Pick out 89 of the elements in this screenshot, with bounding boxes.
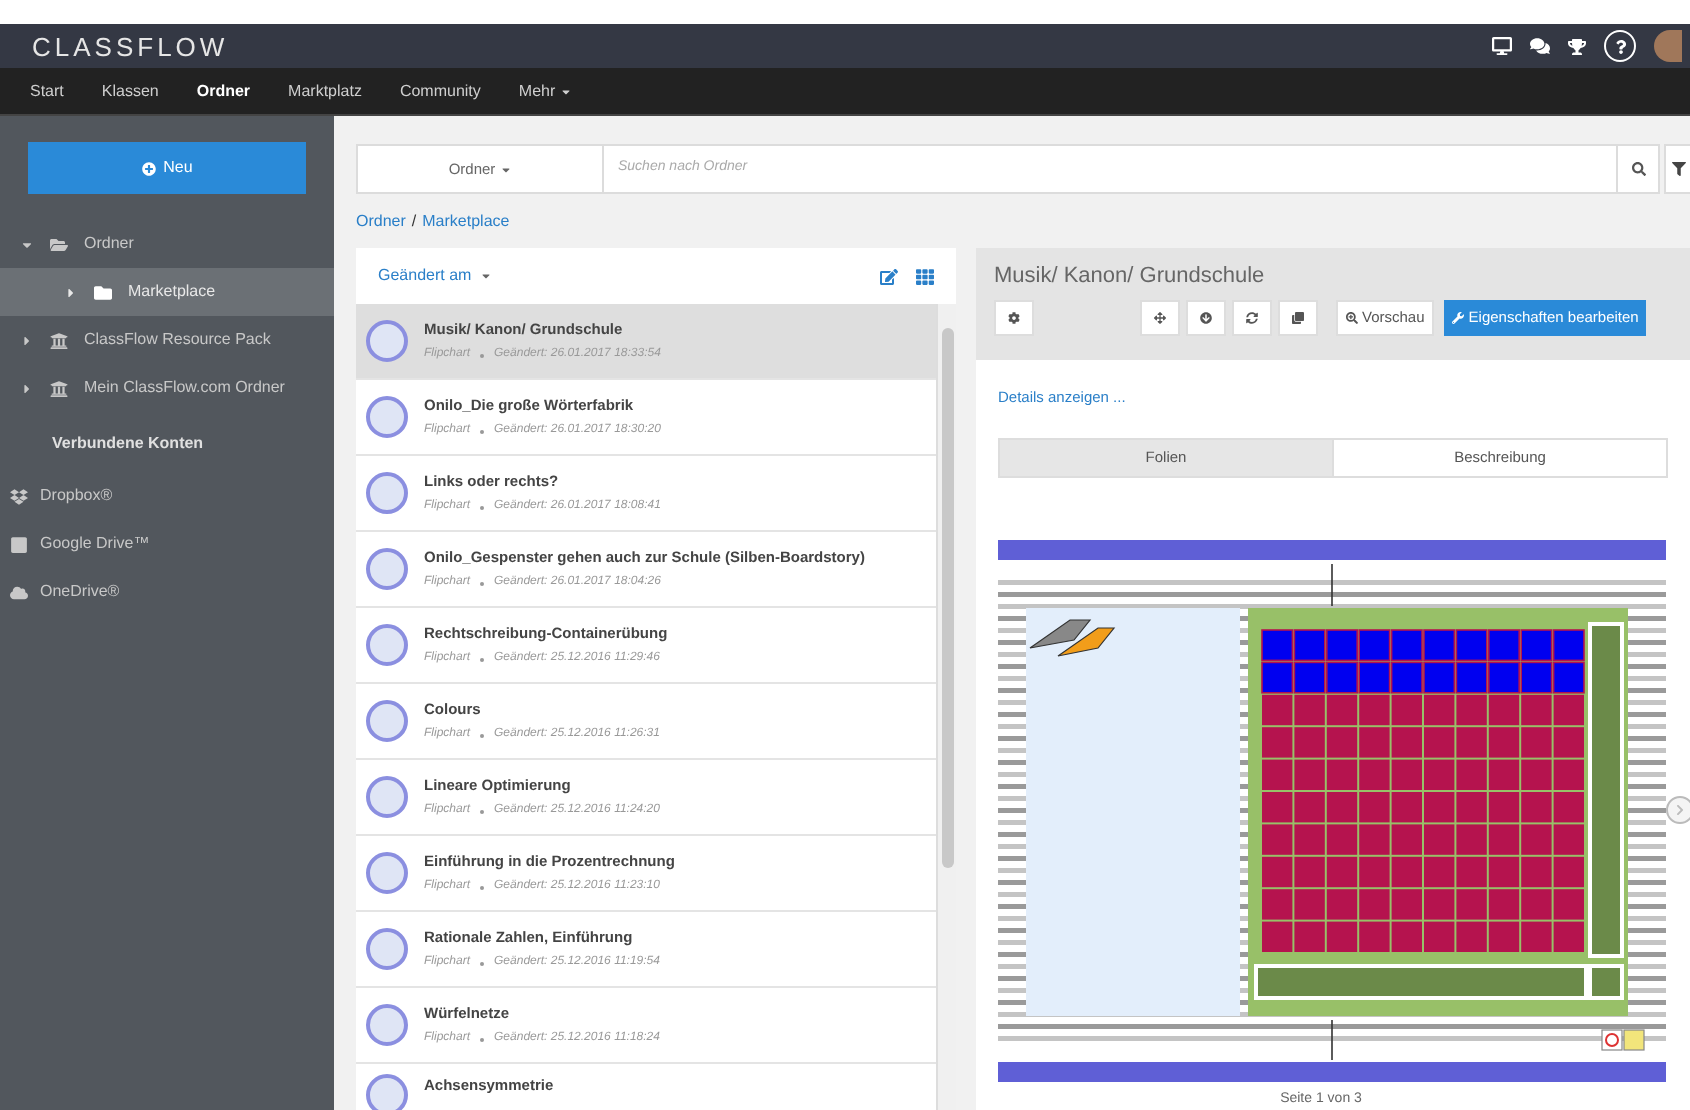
plus-icon (141, 161, 156, 175)
caret-icon[interactable] (64, 285, 78, 299)
account-item[interactable]: Google Drive™ (0, 520, 334, 568)
thumbnail-image (366, 776, 408, 818)
nav-link[interactable]: Marktplatz (288, 79, 362, 103)
bullet-icon (480, 809, 485, 814)
bullet-icon (480, 961, 485, 966)
building-icon (50, 379, 68, 397)
thumbnail-image (366, 852, 408, 894)
sort-dropdown[interactable]: Geändert am (378, 264, 492, 288)
caret-icon[interactable] (20, 333, 34, 347)
account-label: OneDrive® (40, 580, 120, 604)
bullet-icon (480, 581, 485, 586)
thumbnail-image (366, 548, 408, 590)
bullet-icon (480, 429, 485, 434)
filter-icon (1672, 162, 1686, 176)
avatar[interactable] (1654, 30, 1682, 62)
caret-icon (479, 270, 492, 282)
drive-icon (10, 535, 28, 553)
app-logo[interactable]: CLASSFLOW (32, 33, 229, 59)
caret-icon[interactable] (20, 381, 34, 395)
folder-icon (94, 283, 112, 301)
breadcrumb-link[interactable]: Marketplace (422, 209, 510, 233)
folder-tree-item[interactable]: Ordner (0, 220, 334, 268)
new-button[interactable]: Neu (28, 142, 306, 194)
thumbnail-image (366, 928, 408, 970)
thumbnail-image (366, 1004, 408, 1046)
nav-link[interactable]: Mehr (518, 79, 572, 103)
thumbnail-image (366, 396, 408, 438)
chevron-icon (1674, 804, 1686, 816)
chat-icon[interactable] (1530, 36, 1550, 56)
detail-title: Musik/ Kanon/ Grundschule (994, 266, 1267, 288)
bullet-icon (480, 505, 485, 510)
settings-icon (1008, 312, 1020, 324)
thumbnail-image (366, 320, 408, 362)
zoom-icon (1346, 312, 1358, 324)
settings-button[interactable] (994, 300, 1034, 336)
folder-label: Mein ClassFlow.com Ordner (84, 376, 285, 400)
move-button[interactable] (1140, 300, 1180, 336)
cloud-icon (10, 583, 28, 601)
copy-icon (1292, 312, 1304, 324)
building-icon (50, 331, 68, 349)
copy-button[interactable] (1278, 300, 1318, 336)
dropbox-icon (10, 487, 28, 505)
folder-icon (50, 235, 68, 253)
folder-tree-item[interactable]: ClassFlow Resource Pack (0, 316, 334, 364)
bullet-icon (480, 733, 485, 738)
folder-tree-item[interactable]: Mein ClassFlow.com Ordner (0, 364, 334, 412)
wrench-icon (1452, 312, 1465, 324)
folder-tree-item[interactable]: Marketplace (0, 268, 334, 316)
bullet-icon (480, 657, 485, 662)
caret-icon[interactable] (20, 237, 34, 251)
breadcrumb-separator: / (411, 209, 417, 233)
folder-label: Ordner (84, 232, 134, 256)
help-icon[interactable] (1604, 30, 1636, 62)
download-button[interactable] (1186, 300, 1226, 336)
account-label: Dropbox® (40, 484, 113, 508)
nav-link[interactable]: Start (30, 79, 64, 103)
grid-view-icon[interactable] (916, 267, 934, 285)
thumbnail-image (366, 624, 408, 666)
section-heading: Verbundene Konten (50, 432, 206, 456)
breadcrumb-link[interactable]: Ordner (356, 209, 406, 233)
refresh-icon (1246, 312, 1258, 324)
thumbnail-image (366, 472, 408, 514)
monitor-icon[interactable] (1492, 36, 1512, 56)
edit-icon[interactable] (880, 267, 898, 285)
folder-label: Marketplace (128, 280, 216, 304)
move-icon (1154, 312, 1166, 324)
bullet-icon (480, 885, 485, 890)
account-label: Google Drive™ (40, 532, 150, 556)
question-mark-icon (1613, 39, 1627, 53)
caret-icon (499, 163, 512, 175)
search-button[interactable] (1616, 144, 1660, 194)
bullet-icon (480, 353, 485, 358)
nav-link[interactable]: Community (399, 79, 481, 103)
account-item[interactable]: OneDrive® (0, 568, 334, 616)
folder-label: ClassFlow Resource Pack (84, 328, 271, 352)
filter-button[interactable] (1664, 144, 1690, 194)
scrollbar[interactable] (936, 304, 956, 1110)
thumbnail-image (366, 1074, 408, 1110)
thumbnail-image (366, 700, 408, 742)
refresh-button[interactable] (1232, 300, 1272, 336)
nav-link[interactable]: Klassen (101, 79, 159, 103)
bullet-icon (480, 1037, 485, 1042)
trophy-icon[interactable] (1568, 37, 1586, 55)
search-icon (1631, 162, 1645, 176)
account-item[interactable]: Dropbox® (0, 472, 334, 520)
circle-arrow-icon (1200, 312, 1212, 324)
nav-link[interactable]: Ordner (196, 79, 251, 103)
